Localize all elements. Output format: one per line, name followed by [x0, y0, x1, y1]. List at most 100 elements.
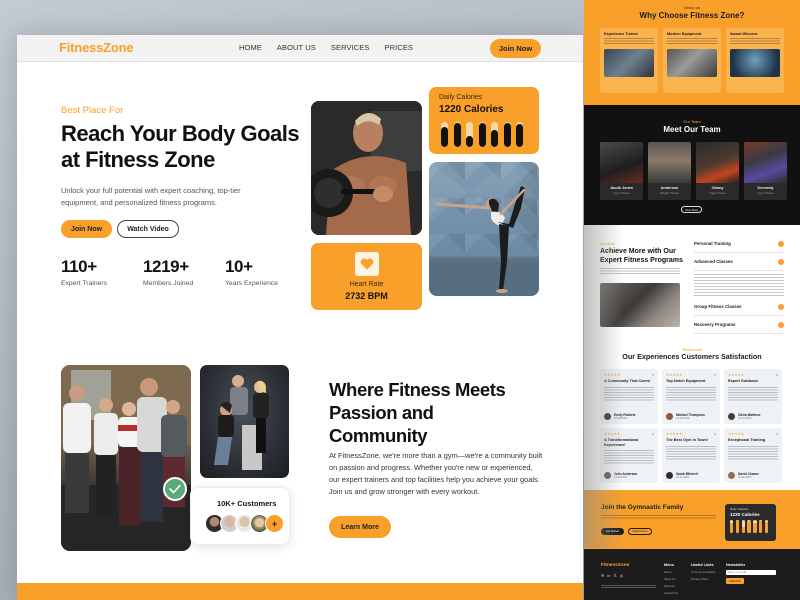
- calorie-bar: [453, 122, 461, 147]
- team-member-card[interactable]: Jimmy Yoga Trainer: [696, 142, 739, 200]
- customer-avatars: +: [205, 514, 284, 533]
- more-customers-button[interactable]: +: [265, 514, 284, 533]
- subscribe-button[interactable]: Subscribe: [726, 578, 744, 584]
- expand-icon[interactable]: [778, 258, 784, 265]
- calorie-bar-fill: [758, 521, 763, 533]
- hero-subtitle: Unlock your full potential with expert c…: [61, 186, 241, 207]
- join-now-button[interactable]: Join Now: [61, 220, 112, 238]
- team-member-name: Anderson: [660, 186, 679, 190]
- team-member-name: Kennedy: [757, 186, 774, 190]
- logo[interactable]: FitnessZone: [59, 40, 134, 55]
- testimonial-author: John Anderson 17-05-2023: [604, 472, 637, 479]
- heart-rate-card: Heart Rate 2732 BPM: [311, 243, 422, 310]
- calorie-bar: [516, 122, 523, 147]
- footer-link[interactable]: Terms & Conditions: [691, 570, 715, 574]
- footer-link[interactable]: Home: [664, 570, 678, 574]
- calorie-bar: [753, 520, 757, 533]
- get-started-button[interactable]: Get Started: [601, 528, 624, 535]
- team-member-photo: [648, 142, 691, 183]
- about-card-text: [604, 38, 654, 46]
- watch-demo-button[interactable]: Watch Demo: [628, 528, 652, 535]
- about-cards: Experience Trainer Modern Equipment Awar…: [600, 28, 784, 93]
- view-more-button[interactable]: View More: [681, 206, 702, 213]
- testimonial-text: [666, 386, 716, 401]
- footer-menu: Menu Home About Us Services Contact Us: [664, 563, 678, 595]
- about-card-title: Experience Trainer: [604, 32, 638, 36]
- about-card-text: [730, 38, 780, 46]
- team-member-card[interactable]: Anderson Weight Trainer: [648, 142, 691, 200]
- calorie-bar: [441, 122, 448, 147]
- about-card-text: [667, 38, 717, 46]
- stats-row: 110+ Expert Trainers 1219+ Members Joine…: [61, 257, 307, 287]
- service-item[interactable]: Advanced Classes: [694, 253, 784, 271]
- footer-link[interactable]: Privacy Policy: [691, 577, 715, 581]
- quote-icon: ❝: [651, 373, 654, 378]
- preview-services-section: Services Achieve More with Our Expert Fi…: [584, 225, 800, 337]
- about-eyebrow: About us: [684, 5, 700, 10]
- yoga-illustration: [429, 162, 539, 296]
- testimonial-card: ★★★★★ ❝ A Community That Cares! Emily Rober…: [600, 369, 658, 424]
- avatar: [666, 413, 673, 420]
- testimonial-text: [604, 450, 654, 465]
- footer-copyright: [601, 585, 656, 589]
- join-calories-bars: [730, 520, 771, 533]
- email-icon[interactable]: ✉: [601, 573, 604, 578]
- community-title: Where Fitness Meets Passion and Communit…: [329, 379, 506, 446]
- footer-newsletter: Newsletter Enter your email Subscribe: [726, 563, 776, 584]
- team-member-card[interactable]: Jacob Jones Gym Trainer: [600, 142, 643, 200]
- calorie-bar-fill: [730, 523, 734, 533]
- service-item[interactable]: Personal Training: [694, 235, 784, 253]
- services-accordion: Personal Training Advanced Classes Group…: [694, 235, 784, 334]
- author-date: 17-05-2023: [614, 476, 628, 479]
- author-date: 21-04-2023: [738, 417, 752, 420]
- landing-page-main: FitnessZone HOME ABOUT US SERVICES PRICE…: [17, 35, 583, 600]
- nav-join-button[interactable]: Join Now: [490, 39, 541, 58]
- testimonial-card: ★★★★★ ❝ A Transformational Experience! John…: [600, 428, 658, 483]
- calorie-bar-fill: [503, 123, 511, 147]
- stat-label: Years Experience: [225, 280, 279, 287]
- rating-stars: ★★★★★: [728, 373, 745, 377]
- author-date: 16-07-2023: [676, 476, 690, 479]
- expand-icon[interactable]: [778, 303, 784, 310]
- expand-icon[interactable]: [778, 240, 784, 247]
- footer-link[interactable]: About Us: [664, 577, 678, 581]
- trio-illustration: [214, 375, 269, 470]
- about-title: Why Choose Fitness Zone?: [639, 11, 745, 20]
- team-member-card[interactable]: Kennedy Gym Trainer: [744, 142, 787, 200]
- service-item[interactable]: Recovery Programs: [694, 316, 784, 334]
- nav-link-prices[interactable]: PRICES: [385, 43, 414, 52]
- join-calories-value: 1220 Calories: [730, 512, 760, 517]
- team-cards: Jacob Jones Gym Trainer Anderson Weight …: [600, 142, 787, 200]
- watch-video-button[interactable]: Watch Video: [117, 220, 179, 238]
- rating-stars: ★★★★★: [604, 373, 621, 377]
- testimonial-author: David Chavez 12-06-2023: [728, 472, 759, 479]
- about-card: Award Winners: [726, 28, 784, 93]
- preview-testimonials-section: Testimonial Our Experiences Customers Sa…: [584, 337, 800, 490]
- testimonial-title: Expert Guidance: [728, 379, 759, 383]
- testimonial-text: [604, 386, 654, 401]
- nav-link-about[interactable]: ABOUT US: [277, 43, 316, 52]
- about-card-image: [604, 49, 654, 77]
- nav-link-services[interactable]: SERVICES: [331, 43, 370, 52]
- linkedin-icon[interactable]: in: [607, 573, 610, 578]
- newsletter-email-input[interactable]: Enter your email: [726, 570, 776, 575]
- testimonial-author: Emily Roberts 22-09-2024: [604, 413, 635, 420]
- service-item[interactable]: Group Fitness Classes: [694, 298, 784, 316]
- expand-icon[interactable]: [778, 321, 784, 328]
- team-member-role: Weight Trainer: [659, 191, 680, 195]
- footer-link[interactable]: Services: [664, 584, 678, 588]
- x-icon[interactable]: 𝕏: [613, 573, 616, 578]
- team-member-role: Gym Trainer: [613, 191, 630, 195]
- learn-more-button[interactable]: Learn More: [329, 516, 391, 538]
- nav-link-home[interactable]: HOME: [239, 43, 262, 52]
- avatar: [666, 472, 673, 479]
- testimonial-text: [666, 445, 716, 460]
- calorie-bar-fill: [478, 123, 486, 147]
- instagram-icon[interactable]: ◎: [620, 573, 624, 578]
- footer-logo[interactable]: FitnessZone: [601, 563, 629, 568]
- footer-link[interactable]: Contact Us: [664, 591, 678, 595]
- customers-count: 10K+ Customers: [217, 499, 277, 508]
- calories-bars: [441, 122, 523, 147]
- testimonial-text: [728, 445, 778, 460]
- calorie-bar: [491, 122, 498, 147]
